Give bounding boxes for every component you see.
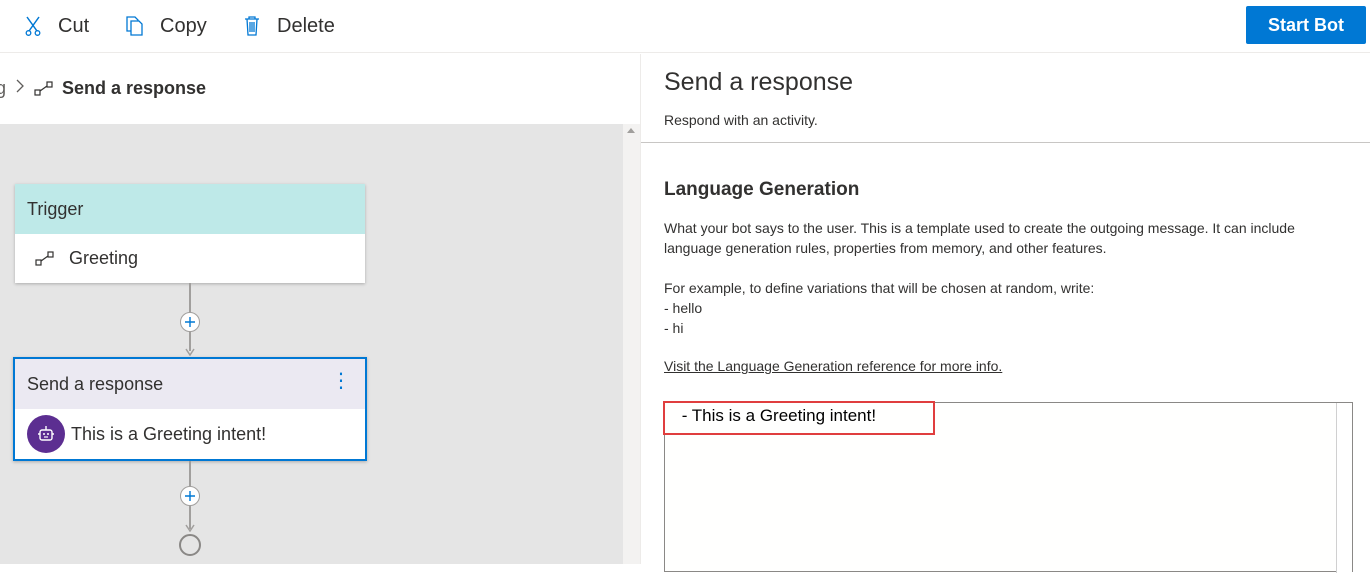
send-response-node-header: Send a response ⋮ — [15, 359, 365, 409]
example-intro: For example, to define variations that w… — [664, 280, 1095, 296]
more-options-icon[interactable]: ⋮ — [331, 371, 351, 391]
send-response-node[interactable]: Send a response ⋮ This is a Greeting int… — [13, 357, 367, 461]
copy-button[interactable]: Copy — [124, 0, 207, 52]
delete-button[interactable]: Delete — [241, 0, 335, 52]
flow-node-icon — [34, 81, 54, 102]
cut-label: Cut — [58, 14, 90, 37]
cut-button[interactable]: Cut — [22, 0, 89, 52]
breadcrumb-current: Send a response — [62, 78, 207, 98]
copy-icon — [124, 15, 146, 37]
language-generation-description: What your bot says to the user. This is … — [664, 220, 1295, 256]
language-generation-title: Language Generation — [664, 179, 860, 200]
toolbar: Cut Copy Delete Start Bot — [0, 0, 1370, 53]
trigger-item-label: Greeting — [69, 248, 139, 268]
plus-icon — [185, 317, 195, 327]
breadcrumb-previous[interactable]: g — [0, 78, 6, 99]
trigger-node-body: Greeting — [15, 234, 365, 283]
editor-line[interactable]: - This is a Greeting intent! — [677, 406, 876, 426]
panel-separator — [641, 142, 1370, 143]
trigger-node-header: Trigger — [15, 184, 365, 234]
copy-label: Copy — [160, 14, 207, 37]
canvas-scrollbar[interactable] — [623, 124, 640, 564]
arrow-down-icon — [185, 524, 195, 532]
panel-title: Send a response — [664, 68, 854, 96]
arrow-down-icon — [185, 348, 195, 356]
send-response-node-title: Send a response — [27, 374, 164, 394]
trigger-node[interactable]: Trigger Greeting — [15, 184, 365, 283]
response-text: This is a Greeting intent! — [71, 423, 267, 444]
design-pane: g Send a response Trigger Greeting Send … — [0, 54, 640, 564]
example-line: - hi — [664, 320, 684, 336]
panel-subtitle: Respond with an activity. — [664, 112, 818, 128]
send-response-node-body: This is a Greeting intent! — [15, 409, 365, 459]
add-node-button[interactable] — [180, 486, 200, 506]
chevron-right-icon — [15, 78, 25, 99]
bot-icon — [27, 415, 65, 453]
flow-node-icon — [35, 250, 55, 267]
start-bot-button[interactable]: Start Bot — [1246, 6, 1366, 44]
delete-label: Delete — [277, 14, 335, 37]
example-line: - hello — [664, 300, 703, 316]
breadcrumb: g Send a response — [0, 54, 640, 124]
lg-editor[interactable]: - This is a Greeting intent! — [663, 401, 1353, 573]
add-node-button[interactable] — [180, 312, 200, 332]
flow-canvas[interactable]: Trigger Greeting Send a response ⋮ This … — [0, 124, 623, 564]
property-panel: Send a response Respond with an activity… — [641, 54, 1370, 573]
language-generation-example: For example, to define variations that w… — [664, 278, 1094, 338]
trash-icon — [241, 15, 263, 37]
plus-icon — [185, 491, 195, 501]
end-node-icon — [179, 534, 201, 556]
scissors-icon — [22, 15, 44, 37]
scroll-up-arrow-icon[interactable] — [627, 128, 635, 133]
editor-scrollbar[interactable] — [1336, 403, 1352, 573]
lg-reference-link[interactable]: Visit the Language Generation reference … — [664, 358, 1002, 374]
